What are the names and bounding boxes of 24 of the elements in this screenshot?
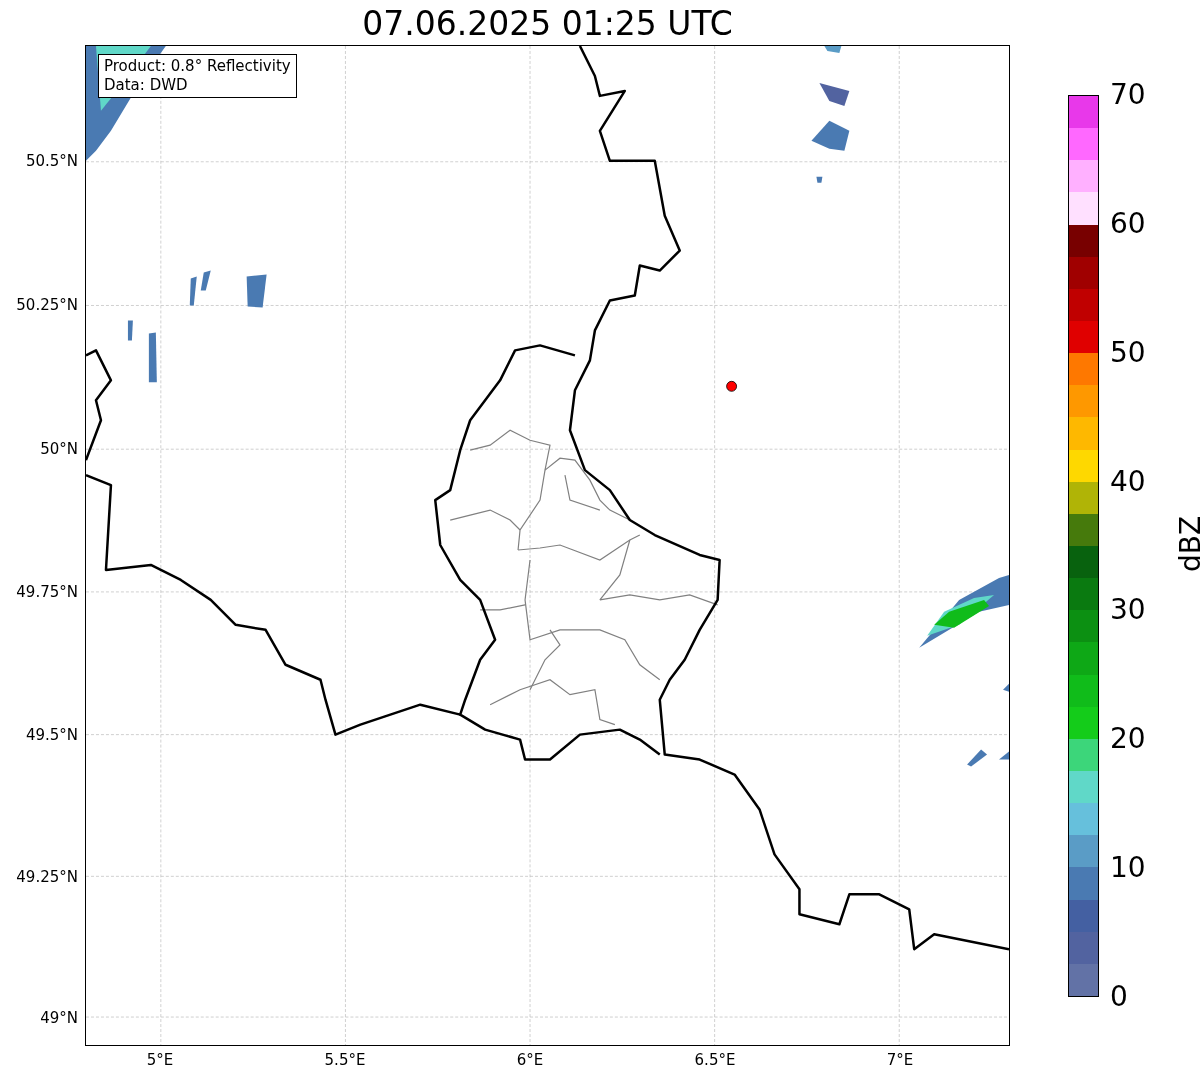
colorbar-label: dBZ: [1175, 515, 1202, 573]
colorbar-tick-label: 50: [1110, 336, 1146, 369]
axis-tick-label: 49.75°N: [16, 583, 78, 601]
axis-tick-label: 5°E: [146, 1051, 174, 1069]
axis-tick-label: 50.25°N: [16, 296, 78, 314]
colorbar-tick-label: 30: [1110, 594, 1146, 627]
axis-tick-label: 50.5°N: [25, 152, 78, 170]
colorbar-tick-label: 60: [1110, 207, 1146, 240]
axis-tick-label: 49.5°N: [25, 726, 78, 744]
axis-tick-label: 6°E: [516, 1051, 544, 1069]
axis-tick-label: 50°N: [40, 440, 78, 458]
chart-title: 07.06.2025 01:25 UTC: [361, 4, 734, 44]
axis-tick-label: 49.25°N: [16, 868, 78, 886]
axis-tick-label: 5.5°E: [324, 1051, 366, 1069]
colorbar-tick-label: 40: [1110, 465, 1146, 498]
axis-tick-label: 49°N: [40, 1009, 78, 1027]
axis-tick-label: 6.5°E: [694, 1051, 736, 1069]
colorbar-tick-label: 10: [1110, 852, 1146, 885]
legend-text: Data: DWD: [104, 76, 189, 95]
legend-text: Product: 0.8° Reflectivity: [104, 57, 291, 76]
axis-tick-label: 7°E: [886, 1051, 914, 1069]
colorbar-tick-label: 20: [1110, 723, 1146, 756]
colorbar-tick-label: 0: [1110, 981, 1128, 1013]
colorbar-tick-label: 70: [1110, 79, 1146, 111]
